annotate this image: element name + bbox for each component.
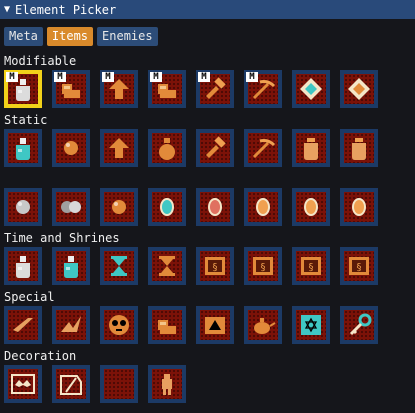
item-slot-shrine-virgo[interactable]: §: [244, 247, 282, 285]
svg-text:§: §: [309, 262, 314, 273]
item-slot-orange-ball[interactable]: [100, 188, 138, 226]
item-slot-key[interactable]: [340, 306, 378, 344]
tab-enemies[interactable]: Enemies: [97, 27, 158, 46]
modifiable-badge-icon: M: [198, 72, 210, 82]
item-slot-armor[interactable]: [148, 306, 186, 344]
tab-meta[interactable]: Meta: [4, 27, 43, 46]
item-slot-hexagram-tablet[interactable]: [292, 306, 330, 344]
item-slot-flask[interactable]: [148, 129, 186, 167]
item-slot-arm-modifiable[interactable]: M: [52, 70, 90, 108]
modifiable-badge-icon: M: [150, 72, 162, 82]
item-slot-hammer-modifiable[interactable]: M: [196, 70, 234, 108]
section-label-static: Static: [4, 113, 48, 127]
item-slot-crane[interactable]: [52, 306, 90, 344]
item-slot-gem-diamond-modifiable[interactable]: [340, 70, 378, 108]
item-slot-hourglass-blue[interactable]: [100, 247, 138, 285]
item-slot-scroll[interactable]: [4, 306, 42, 344]
item-slot-tree[interactable]: [100, 129, 138, 167]
item-slot-silver-balls[interactable]: [52, 188, 90, 226]
item-slot-potion-modifiable[interactable]: M: [4, 70, 42, 108]
items-row-decoration: [4, 365, 196, 403]
modifiable-badge-icon: M: [6, 72, 18, 82]
item-slot-pickaxe[interactable]: [244, 129, 282, 167]
items-row-special: [4, 306, 388, 344]
item-slot-shrine-leo[interactable]: §: [196, 247, 234, 285]
window-titlebar[interactable]: ▼ Element Picker: [0, 0, 415, 19]
item-slot-blue-potion[interactable]: [4, 129, 42, 167]
section-label-modifiable: Modifiable: [4, 54, 77, 68]
item-slot-gold-coin[interactable]: [244, 188, 282, 226]
item-slot-crystal-diamond-modifiable[interactable]: [292, 70, 330, 108]
items-row-time-and-shrines: § § § §: [4, 247, 388, 285]
item-slot-pickaxe-modifiable[interactable]: M: [244, 70, 282, 108]
section-label-decoration: Decoration: [4, 349, 77, 363]
tab-bar: Meta Items Enemies: [4, 27, 158, 46]
svg-text:§: §: [357, 262, 362, 273]
items-row-coins: [4, 188, 388, 226]
item-slot-jar[interactable]: [292, 129, 330, 167]
item-slot-arm-bag-modifiable[interactable]: M: [148, 70, 186, 108]
item-slot-cyan-coin[interactable]: [148, 188, 186, 226]
item-slot-broken-frame[interactable]: [52, 365, 90, 403]
item-slot-gold-coin-round[interactable]: [340, 188, 378, 226]
item-tile-background: [104, 369, 134, 399]
item-slot-vase[interactable]: [340, 129, 378, 167]
item-slot-teapot[interactable]: [244, 306, 282, 344]
item-slot-bat-frame[interactable]: [4, 365, 42, 403]
tab-items[interactable]: Items: [46, 27, 94, 46]
item-slot-orange-orb[interactable]: [52, 129, 90, 167]
item-slot-hourglass-brown[interactable]: [148, 247, 186, 285]
window-title: Element Picker: [15, 2, 117, 17]
item-slot-mask[interactable]: [100, 306, 138, 344]
modifiable-badge-icon: M: [54, 72, 66, 82]
item-slot-triangle-block[interactable]: [196, 306, 234, 344]
item-slot-figure[interactable]: [148, 365, 186, 403]
item-slot-blank-tile[interactable]: [100, 365, 138, 403]
item-slot-tree-modifiable[interactable]: M: [100, 70, 138, 108]
item-slot-gold-coin-large[interactable]: [292, 188, 330, 226]
item-slot-cyan-bottle[interactable]: [52, 247, 90, 285]
section-label-time-and-shrines: Time and Shrines: [4, 231, 120, 245]
items-row-static: [4, 129, 388, 167]
section-label-special: Special: [4, 290, 55, 304]
item-slot-shrine-scorpio[interactable]: §: [340, 247, 378, 285]
modifiable-badge-icon: M: [246, 72, 258, 82]
items-row-modifiable: MMMMMM: [4, 70, 388, 108]
item-slot-red-coin[interactable]: [196, 188, 234, 226]
modifiable-badge-icon: M: [102, 72, 114, 82]
item-slot-empty-bottle[interactable]: [4, 247, 42, 285]
svg-text:§: §: [213, 262, 218, 273]
svg-text:§: §: [261, 262, 266, 273]
collapse-triangle-icon[interactable]: ▼: [4, 4, 10, 15]
item-slot-gray-ball[interactable]: [4, 188, 42, 226]
item-slot-shrine-libra[interactable]: §: [292, 247, 330, 285]
item-slot-hammer[interactable]: [196, 129, 234, 167]
